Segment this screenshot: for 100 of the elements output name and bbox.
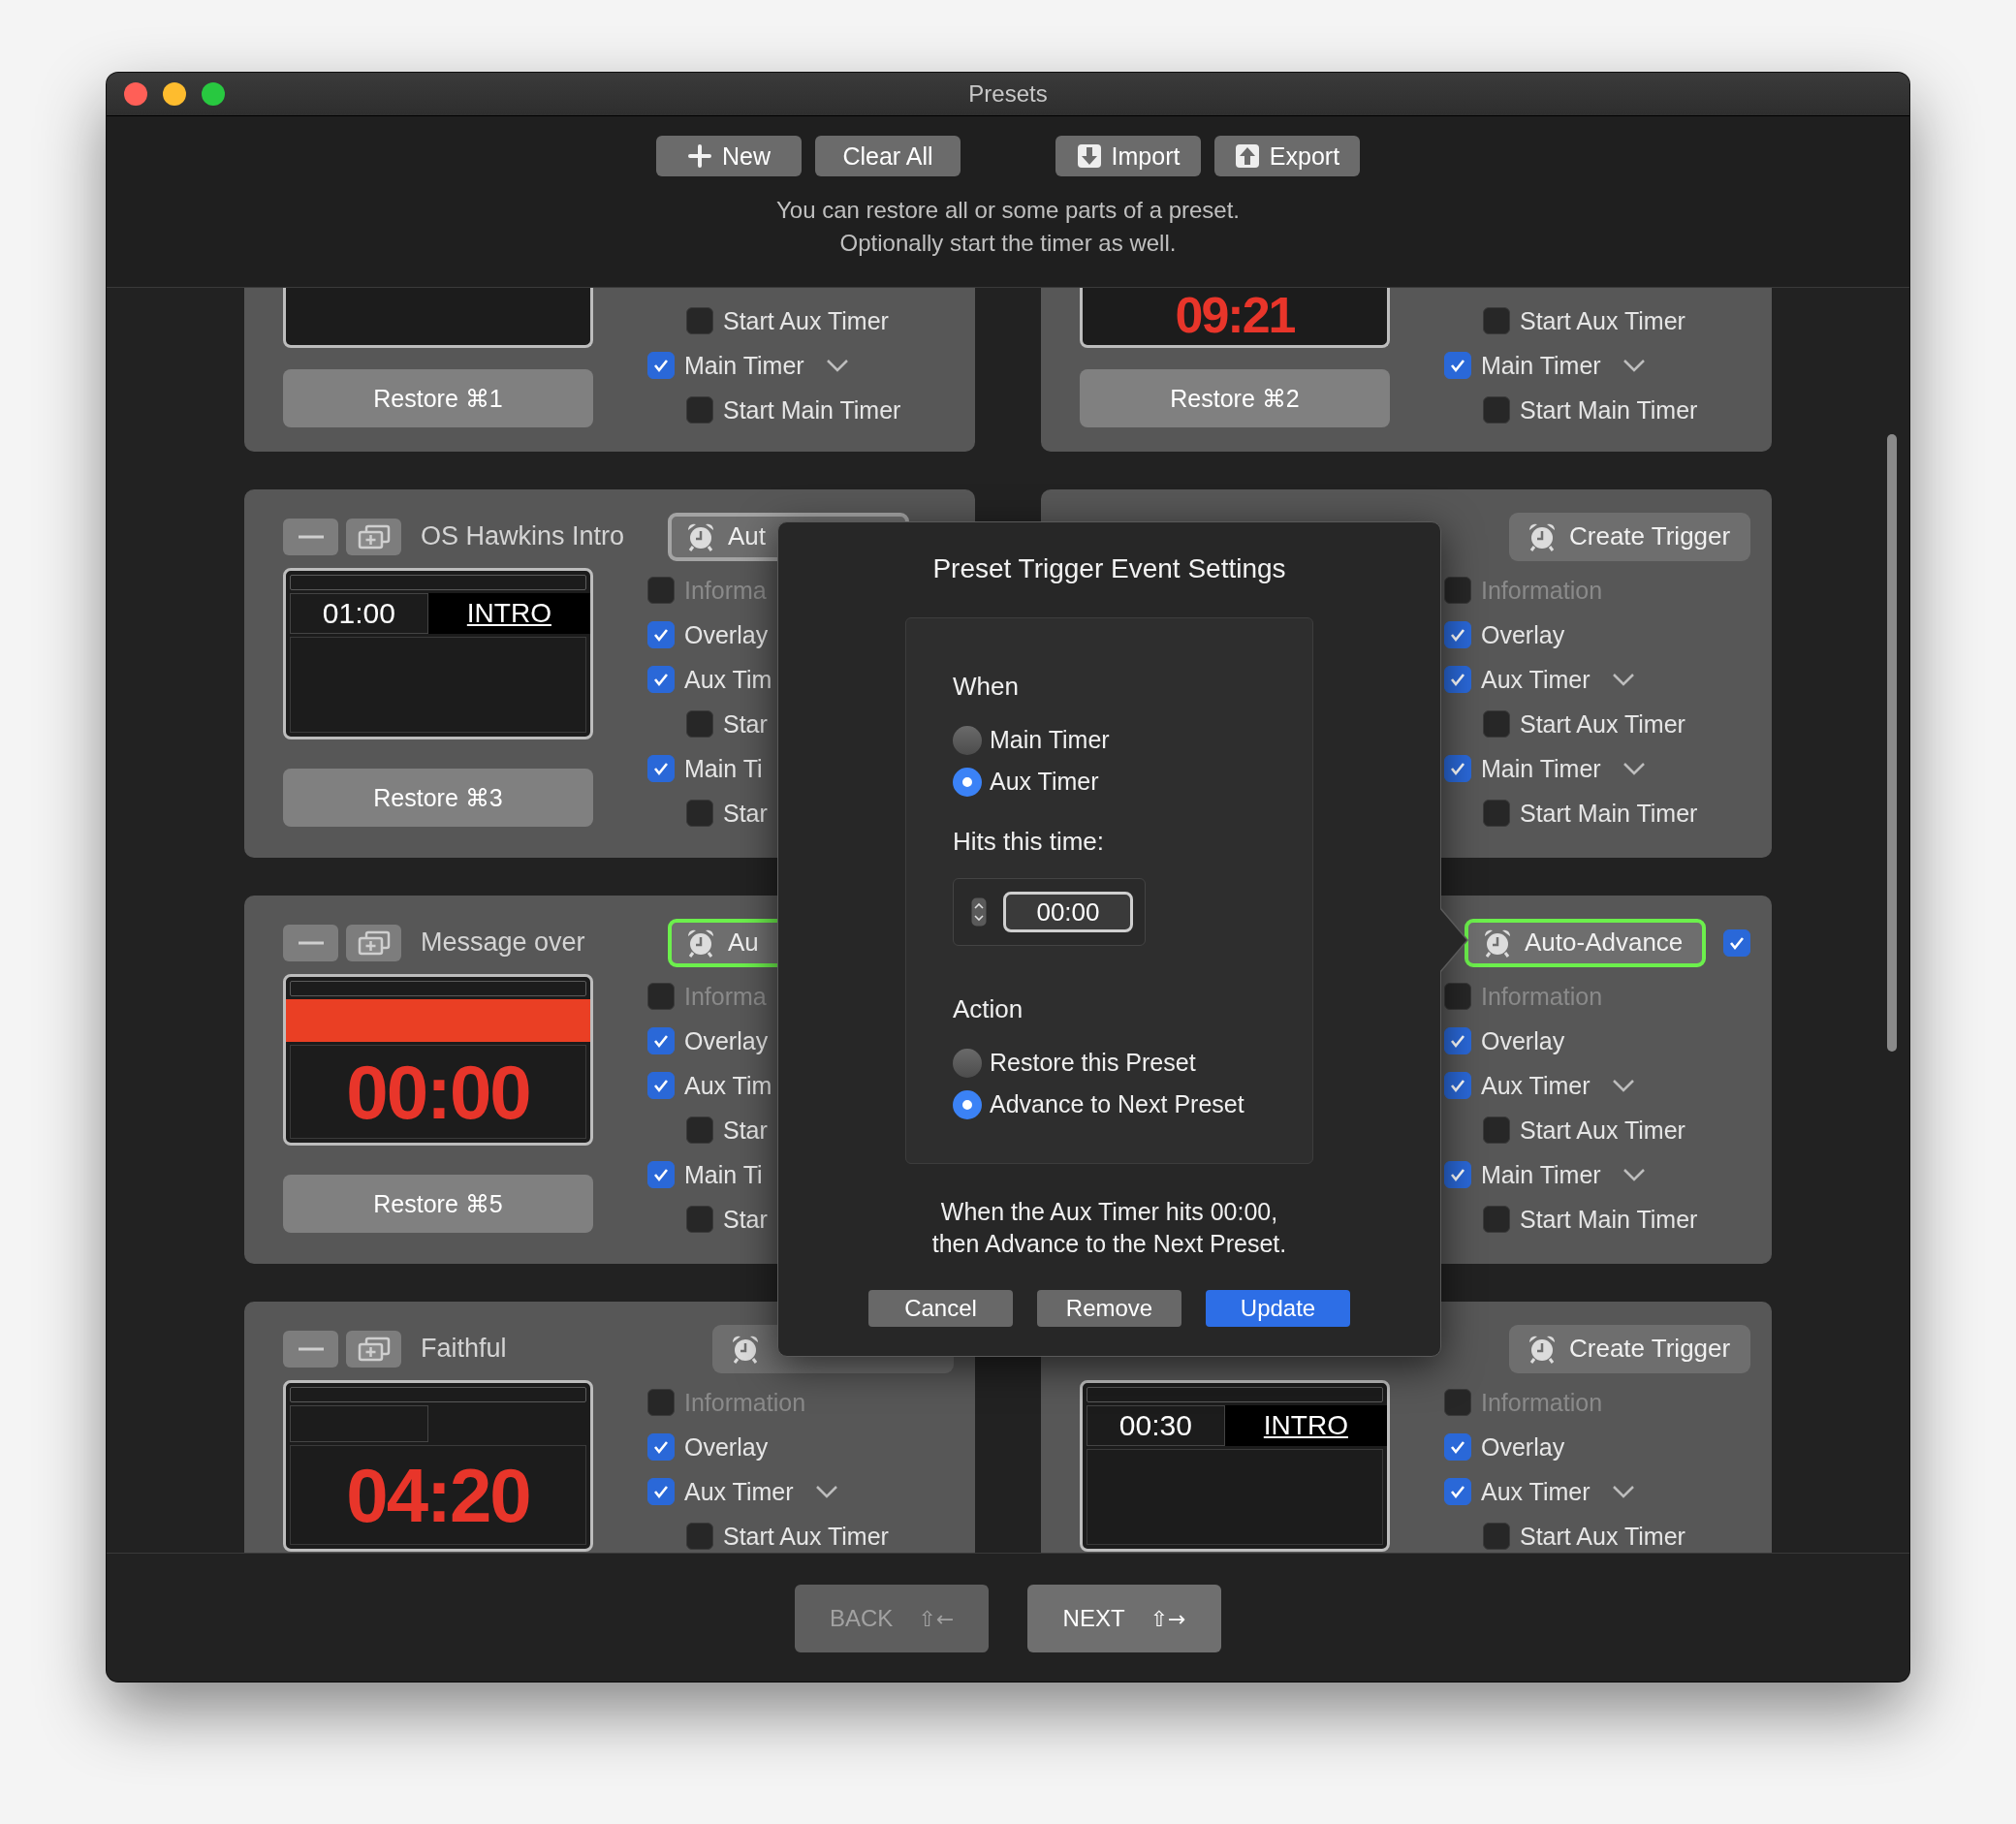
checkbox[interactable] <box>647 1161 675 1188</box>
checkbox[interactable] <box>1444 621 1471 648</box>
hint-text: You can restore all or some parts of a preset. Optionally start the timer as well. <box>775 196 1241 258</box>
checkbox[interactable] <box>686 307 713 334</box>
checkbox[interactable] <box>1483 1206 1510 1233</box>
checkbox[interactable] <box>686 1116 713 1144</box>
chevron-down-icon[interactable] <box>1611 673 1635 686</box>
duplicate-preset-button[interactable] <box>346 924 401 961</box>
dialog-button[interactable]: Cancel <box>868 1290 1013 1327</box>
checkbox[interactable] <box>1483 1116 1510 1144</box>
checkbox[interactable] <box>1444 1072 1471 1099</box>
remove-preset-button[interactable] <box>283 1330 338 1368</box>
checkbox-label: Overlay <box>684 1026 769 1055</box>
chevron-down-icon[interactable] <box>825 359 849 372</box>
dialog-button[interactable]: Update <box>1206 1290 1350 1327</box>
checkbox[interactable] <box>1444 1478 1471 1505</box>
checkbox[interactable] <box>1483 396 1510 424</box>
checkbox[interactable] <box>686 800 713 827</box>
chevron-down-icon[interactable] <box>1622 1168 1646 1181</box>
checkbox-label: Aux Tim <box>684 665 772 694</box>
radio-option[interactable]: Advance to Next Preset <box>953 1084 1244 1125</box>
time-field[interactable]: 00:00 <box>1003 892 1133 932</box>
checkbox[interactable] <box>1444 1433 1471 1461</box>
nav-button[interactable]: NEXT ⇧→ <box>1027 1585 1221 1652</box>
duplicate-preset-button[interactable] <box>346 1330 401 1368</box>
duplicate-preset-button[interactable] <box>346 518 401 555</box>
checkbox-label: Aux Timer <box>1481 1071 1591 1100</box>
maximize-button[interactable] <box>202 82 225 106</box>
chevron-down-icon[interactable] <box>814 1485 838 1498</box>
auto-advance-checkbox[interactable] <box>1723 928 1750 957</box>
checkbox[interactable] <box>647 352 675 379</box>
checkbox-label: Overlay <box>1481 620 1565 649</box>
checkbox-label: Star <box>723 799 768 828</box>
restore-button[interactable]: Restore ⌘1 <box>283 369 593 427</box>
checkbox-label: Main Ti <box>684 1160 763 1189</box>
chevron-down-icon[interactable] <box>1622 359 1646 372</box>
chevron-down-icon[interactable] <box>1622 762 1646 775</box>
checkbox[interactable] <box>1483 1523 1510 1550</box>
section-heading: Action <box>953 993 1024 1025</box>
chevron-down-icon[interactable] <box>1611 1485 1635 1498</box>
checkbox[interactable] <box>647 666 675 693</box>
close-button[interactable] <box>124 82 147 106</box>
checkbox[interactable] <box>686 1206 713 1233</box>
trigger-button[interactable]: Auto-Advance <box>1465 918 1706 967</box>
checkbox-label: Overlay <box>1481 1432 1565 1462</box>
radio-option[interactable]: Aux Timer <box>953 761 1099 802</box>
checkbox[interactable] <box>686 396 713 424</box>
checkbox[interactable] <box>686 1523 713 1550</box>
restore-button[interactable]: Restore ⌘3 <box>283 769 593 827</box>
preset-name: OS Hawkins Intro <box>421 521 625 551</box>
checkbox[interactable] <box>686 710 713 738</box>
checkbox-label: Overlay <box>684 1432 769 1462</box>
checkbox[interactable] <box>1444 666 1471 693</box>
checkbox[interactable] <box>1483 307 1510 334</box>
checkbox-label: Start Aux Timer <box>1520 709 1685 739</box>
checkbox[interactable] <box>647 1072 675 1099</box>
section-heading: When <box>953 671 1019 703</box>
checkbox[interactable] <box>1444 352 1471 379</box>
preview-label: INTRO <box>1224 1405 1387 1446</box>
checkbox-label: Aux Tim <box>684 1071 772 1100</box>
checkbox[interactable] <box>647 1433 675 1461</box>
restore-button[interactable]: Restore ⌘2 <box>1080 369 1390 427</box>
radio-option[interactable]: Restore this Preset <box>953 1042 1196 1084</box>
toolbar-button[interactable]: Export <box>1214 136 1360 176</box>
checkbox[interactable] <box>1444 1027 1471 1054</box>
checkbox-label: Start Aux Timer <box>723 1522 889 1551</box>
stepper-control[interactable] <box>971 897 987 927</box>
dialog-button[interactable]: Remove <box>1037 1290 1181 1327</box>
checkbox-label: Star <box>723 1205 768 1234</box>
checkbox[interactable] <box>647 1027 675 1054</box>
plus-icon <box>687 143 712 169</box>
toolbar-button[interactable]: New <box>656 136 802 176</box>
timer-readout: 00:30 <box>1087 1405 1225 1446</box>
checkbox[interactable] <box>647 1478 675 1505</box>
checkbox-label: Main Timer <box>684 351 804 380</box>
checkbox[interactable] <box>1483 710 1510 738</box>
checkbox-label: Start Aux Timer <box>1520 1522 1685 1551</box>
field-label: Hits this time: <box>953 826 1105 858</box>
checkbox[interactable] <box>1444 1161 1471 1188</box>
checkbox[interactable] <box>647 755 675 782</box>
scrollbar-thumb[interactable] <box>1887 434 1897 1052</box>
radio-option[interactable]: Main Timer <box>953 719 1110 761</box>
checkbox-label: Main Ti <box>684 754 763 783</box>
trigger-button[interactable]: Create Trigger <box>1509 512 1750 561</box>
checkbox-label: Start Main Timer <box>1520 1205 1698 1234</box>
preview-label: INTRO <box>427 593 590 634</box>
toolbar-button[interactable]: Import <box>1055 136 1201 176</box>
remove-preset-button[interactable] <box>283 924 338 961</box>
checkbox-label: Start Main Timer <box>723 395 901 425</box>
upload-icon <box>1234 143 1260 169</box>
chevron-down-icon[interactable] <box>1611 1079 1635 1092</box>
restore-button[interactable]: Restore ⌘5 <box>283 1175 593 1233</box>
checkbox[interactable] <box>1483 800 1510 827</box>
minimize-button[interactable] <box>163 82 186 106</box>
trigger-button[interactable]: Create Trigger <box>1509 1324 1750 1373</box>
toolbar-button[interactable]: Clear All <box>815 136 961 176</box>
checkbox[interactable] <box>1444 755 1471 782</box>
checkbox-label: Main Timer <box>1481 1160 1601 1189</box>
checkbox[interactable] <box>647 621 675 648</box>
remove-preset-button[interactable] <box>283 518 338 555</box>
